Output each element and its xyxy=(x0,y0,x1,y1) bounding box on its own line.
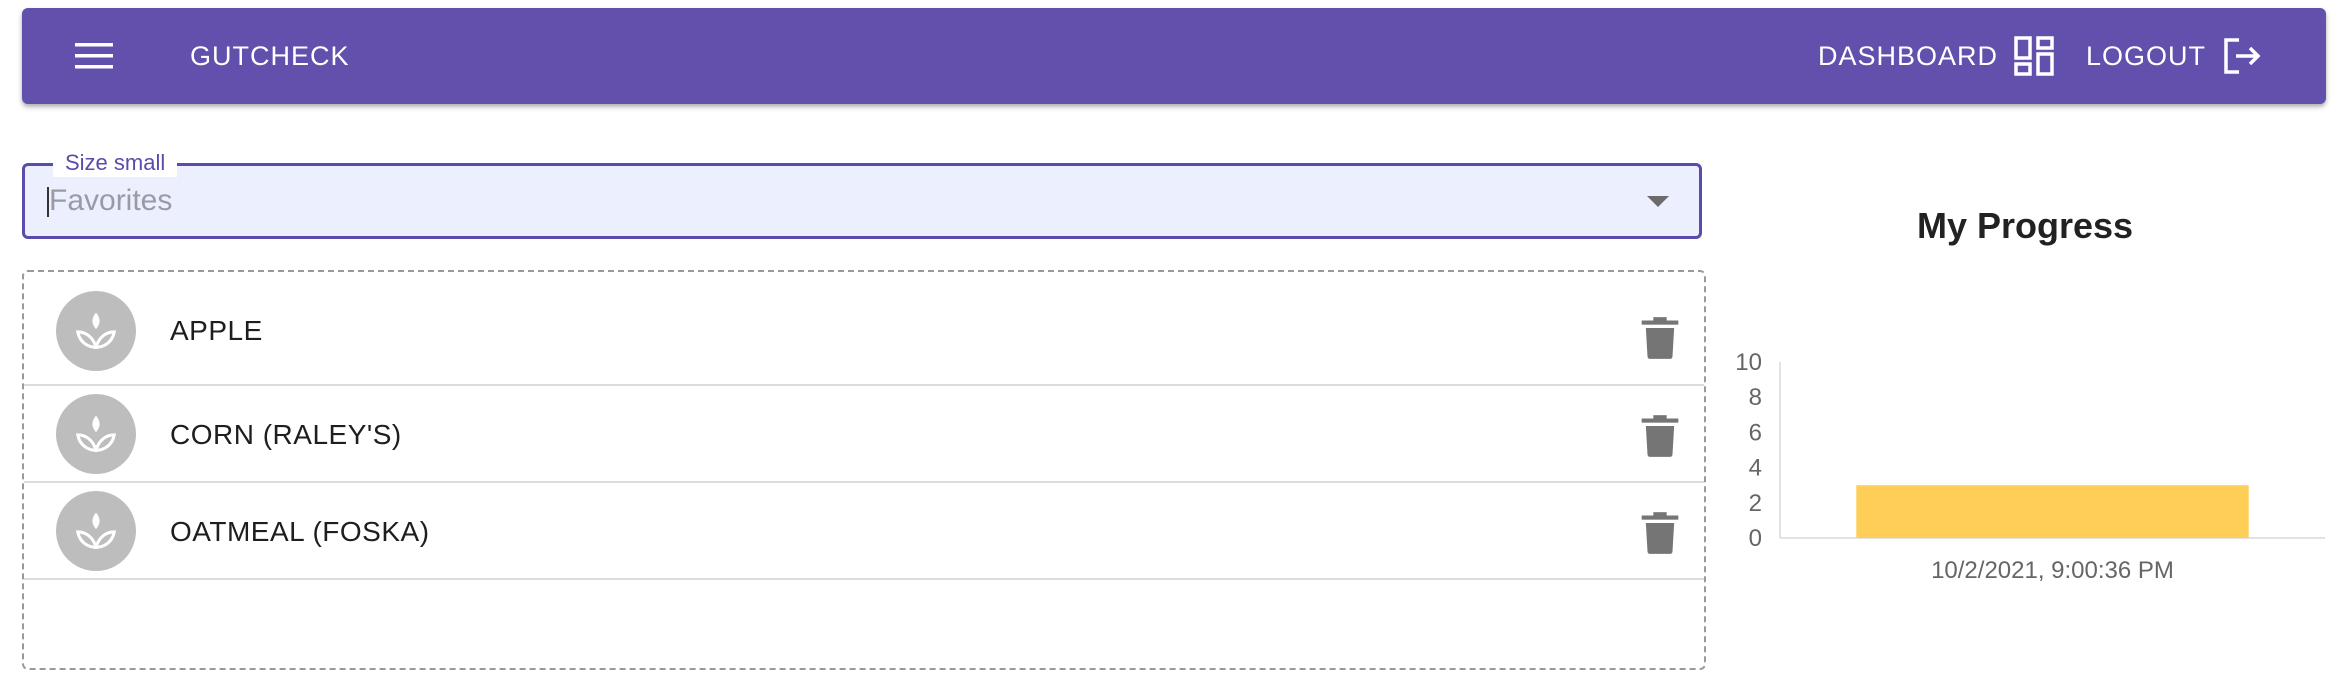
item-name: APPLE xyxy=(170,315,263,346)
spa-icon xyxy=(75,415,117,452)
select-placeholder: Favorites xyxy=(49,184,173,217)
chevron-down-icon[interactable] xyxy=(1647,196,1669,207)
avatar xyxy=(56,491,136,571)
y-tick-label: 4 xyxy=(1749,455,1762,482)
dashboard-button[interactable]: DASHBOARD xyxy=(1818,8,2054,104)
favorites-list: APPLE CORN (RALEY'S) OATMEAL (FOSKA) xyxy=(22,270,1706,670)
trash-icon[interactable] xyxy=(1640,511,1680,555)
y-tick-label: 0 xyxy=(1749,525,1762,552)
avatar xyxy=(56,394,136,474)
trash-icon[interactable] xyxy=(1640,414,1680,458)
x-tick-label: 10/2/2021, 9:00:36 PM xyxy=(1931,557,2174,584)
list-item[interactable]: OATMEAL (FOSKA) xyxy=(24,483,1704,580)
bar xyxy=(1856,485,2249,538)
app-bar: GUTCHECK DASHBOARD LOGOUT xyxy=(22,8,2326,104)
menu-button[interactable] xyxy=(70,32,118,80)
dashboard-grid-icon xyxy=(2014,36,2054,76)
logout-label: LOGOUT xyxy=(2086,40,2207,71)
app-brand[interactable]: GUTCHECK xyxy=(190,8,350,104)
menu-icon xyxy=(75,43,113,69)
list-item[interactable]: APPLE xyxy=(24,272,1704,386)
spa-icon xyxy=(75,512,117,549)
y-tick-label: 2 xyxy=(1749,490,1762,517)
list-item[interactable]: CORN (RALEY'S) xyxy=(24,386,1704,483)
spa-icon xyxy=(75,312,117,349)
y-tick-label: 8 xyxy=(1749,384,1762,411)
item-name: CORN (RALEY'S) xyxy=(170,419,402,450)
dashboard-label: DASHBOARD xyxy=(1818,40,1999,71)
trash-icon[interactable] xyxy=(1640,316,1680,360)
y-tick-label: 10 xyxy=(1735,349,1762,376)
y-tick-label: 6 xyxy=(1749,419,1762,446)
progress-chart: 0 2 4 6 8 10 10/2/2021, 9:00:36 PM xyxy=(1735,349,2325,584)
item-name: OATMEAL (FOSKA) xyxy=(170,516,430,547)
favorites-select[interactable]: Size small Favorites xyxy=(22,149,1702,239)
avatar xyxy=(56,291,136,371)
logout-button[interactable]: LOGOUT xyxy=(2086,8,2262,104)
logout-icon xyxy=(2224,38,2261,74)
chart-title: My Progress xyxy=(1916,205,2134,246)
